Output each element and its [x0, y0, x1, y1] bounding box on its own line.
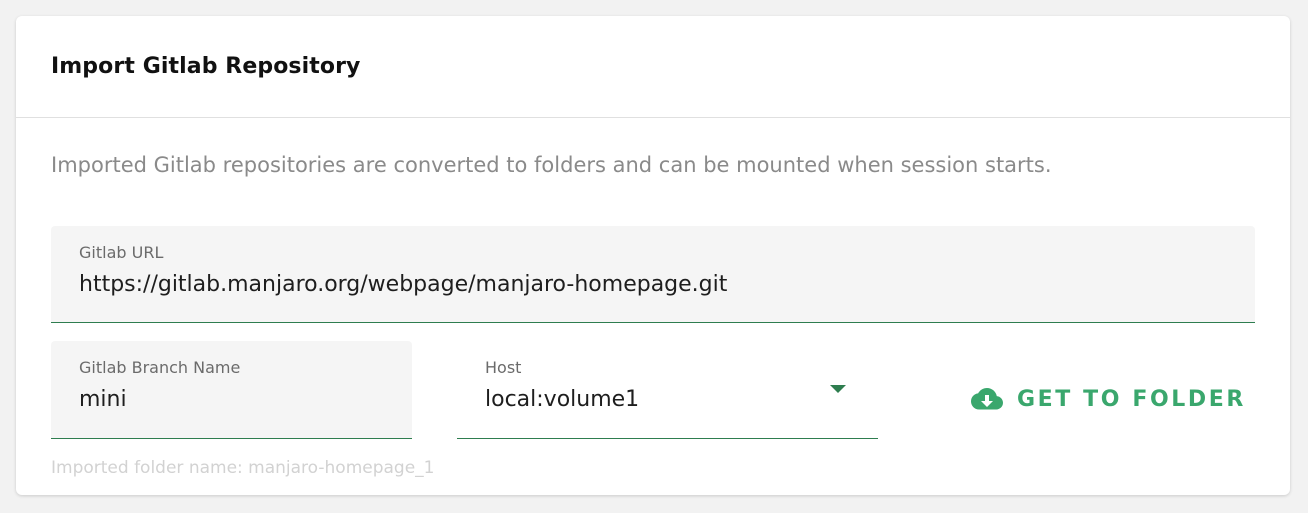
- card-title: Import Gitlab Repository: [51, 54, 361, 79]
- caret-down-icon[interactable]: [830, 385, 846, 393]
- gitlab-url-input[interactable]: https://gitlab.manjaro.org/webpage/manja…: [79, 272, 727, 297]
- host-selected-value[interactable]: local:volume1: [485, 387, 639, 412]
- card-header: Import Gitlab Repository: [16, 16, 1290, 118]
- cloud-download-icon: [971, 388, 1003, 410]
- gitlab-url-field[interactable]: Gitlab URL https://gitlab.manjaro.org/we…: [51, 226, 1255, 323]
- host-label: Host: [485, 358, 522, 377]
- card-description: Imported Gitlab repositories are convert…: [51, 153, 1052, 177]
- import-gitlab-card: Import Gitlab Repository Imported Gitlab…: [16, 16, 1290, 495]
- get-to-folder-label: GET TO FOLDER: [1017, 386, 1246, 412]
- gitlab-branch-field[interactable]: Gitlab Branch Name mini: [51, 341, 412, 439]
- gitlab-branch-label: Gitlab Branch Name: [79, 358, 241, 377]
- imported-folder-name-hint: Imported folder name: manjaro-homepage_1: [51, 458, 435, 478]
- get-to-folder-button[interactable]: GET TO FOLDER: [971, 378, 1251, 420]
- gitlab-branch-input[interactable]: mini: [79, 387, 127, 412]
- gitlab-url-label: Gitlab URL: [79, 243, 164, 262]
- host-select[interactable]: Host local:volume1: [457, 341, 878, 439]
